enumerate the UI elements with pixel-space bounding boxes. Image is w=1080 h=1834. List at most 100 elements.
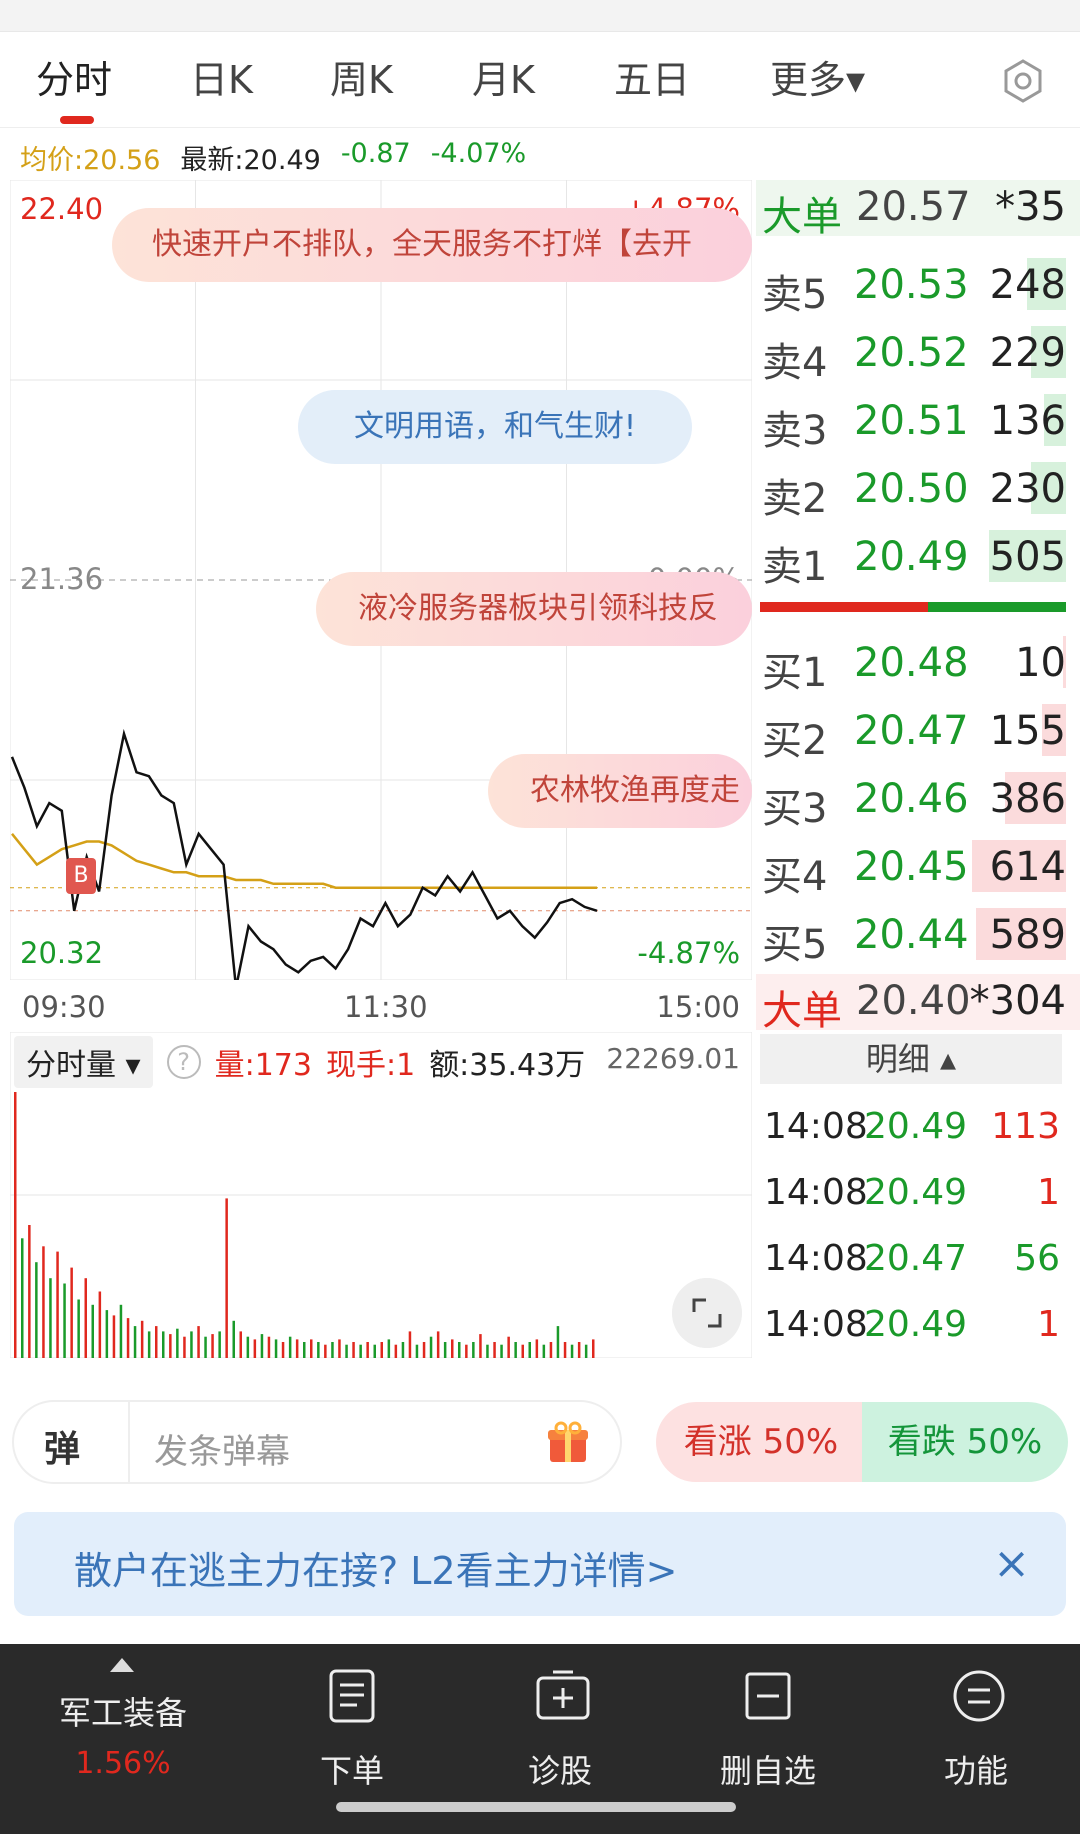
nav-functions-label: 功能	[943, 1752, 1008, 1790]
volume-bar	[394, 1344, 398, 1358]
level-label: 买5	[762, 922, 828, 968]
nav-diagnose-label: 诊股	[527, 1752, 592, 1790]
buy-marker[interactable]: B	[66, 858, 96, 894]
current-hand: 现手:1	[325, 1048, 416, 1083]
volume-bar	[535, 1339, 539, 1358]
settings-icon[interactable]	[1000, 58, 1046, 104]
volume-bar	[359, 1344, 362, 1358]
barrage-banner-civility[interactable]: 文明用语，和气生财!	[298, 390, 692, 464]
fullscreen-icon[interactable]	[672, 1278, 742, 1348]
remove-watchlist-icon	[745, 1672, 791, 1720]
level-price: 20.49	[854, 534, 969, 580]
bottom-nav: 军工装备 1.56% 下单 诊股 删自选 功能	[0, 1644, 1080, 1834]
barrage-banner-liquid-cooling[interactable]: 液冷服务器板块引领科技反	[316, 572, 752, 646]
big-order-top[interactable]: 大单 20.57 *35	[756, 180, 1080, 240]
promo-text[interactable]: 散户在逃主力在接? L2看主力详情>	[74, 1540, 677, 1595]
help-icon[interactable]: ?	[166, 1045, 201, 1079]
barrage-banner-open-account[interactable]: 快速开户不排队，全天服务不打烊【去开	[112, 208, 752, 282]
level-qty: 155	[989, 708, 1066, 754]
volume-bar	[451, 1339, 454, 1358]
volume-bar	[443, 1342, 447, 1358]
volume-bar	[190, 1331, 193, 1358]
tab-daily-k[interactable]: 日K	[190, 40, 253, 120]
ask-level-1[interactable]: 卖1 20.49 505	[756, 522, 1080, 590]
tab-five-day[interactable]: 五日	[614, 40, 690, 120]
ask-level-4[interactable]: 卖4 20.52 229	[756, 318, 1080, 386]
level-price: 20.50	[854, 466, 969, 512]
level-qty: 248	[989, 262, 1066, 308]
tab-weekly-k[interactable]: 周K	[330, 40, 393, 120]
big-order-top-qty: *35	[995, 184, 1066, 230]
sector-change: 1.56%	[75, 1746, 171, 1781]
dropdown-arrow-icon: ▾	[125, 1048, 141, 1083]
close-icon[interactable]: ×	[993, 1538, 1030, 1589]
big-order-top-label: 大单	[762, 194, 842, 240]
volume-bar	[246, 1336, 250, 1358]
ask-level-5[interactable]: 卖5 20.53 248	[756, 250, 1080, 318]
price-change: -0.87	[340, 138, 411, 169]
big-order-bottom-qty: *304	[969, 978, 1066, 1024]
volume-bar	[373, 1344, 376, 1358]
trade-volume: 113	[991, 1106, 1060, 1147]
level-label: 卖5	[762, 272, 828, 318]
volume-bar	[507, 1336, 510, 1358]
tab-monthly-k[interactable]: 月K	[472, 40, 535, 120]
volume-bar	[521, 1344, 524, 1358]
trade-volume: 56	[1014, 1238, 1060, 1279]
volume-bar	[147, 1331, 151, 1358]
level-label: 买3	[762, 786, 828, 832]
nav-remove-watchlist-label: 删自选	[719, 1752, 816, 1790]
level-price: 20.45	[854, 844, 969, 890]
volume-bar	[232, 1320, 235, 1358]
volume-bar	[42, 1246, 45, 1358]
level-price: 20.48	[854, 640, 969, 686]
home-indicator[interactable]	[336, 1802, 736, 1812]
volume-bar	[429, 1336, 433, 1358]
active-tab-indicator	[60, 116, 94, 124]
bid-level-3[interactable]: 买3 20.46 386	[756, 764, 1080, 832]
trade-detail-header[interactable]: 明细 ▴	[760, 1034, 1062, 1084]
volume-selector[interactable]: 分时量 ▾	[14, 1036, 153, 1088]
bid-levels: 买1 20.48 10 买2 20.47 155 买3 20.46 386 买4 20.45 614 买…	[756, 628, 1080, 968]
volume-bar	[493, 1342, 496, 1358]
big-order-bottom[interactable]: 大单 20.40 *304	[756, 974, 1080, 1034]
y-axis-top-label: 22.40	[20, 192, 104, 226]
order-icon	[329, 1669, 375, 1723]
bid-ask-ratio-bar	[760, 602, 1066, 612]
vote-bullish-button[interactable]: 看涨 50%	[656, 1402, 866, 1482]
ask-level-2[interactable]: 卖2 20.50 230	[756, 454, 1080, 522]
volume-bar	[479, 1334, 482, 1358]
barrage-input-placeholder[interactable]: 发条弹幕	[154, 1424, 290, 1473]
tab-intraday[interactable]: 分时	[36, 40, 112, 120]
y-axis-bottom-label: 20.32	[20, 936, 104, 970]
volume-bar	[105, 1310, 109, 1358]
volume-bar	[422, 1342, 426, 1358]
volume-bar	[542, 1344, 546, 1358]
volume-bar	[528, 1342, 531, 1358]
l2-promo-banner[interactable]: 散户在逃主力在接? L2看主力详情> ×	[14, 1512, 1066, 1616]
tab-more[interactable]: 更多▾	[770, 40, 865, 120]
volume-bar	[288, 1336, 292, 1358]
level-qty: 505	[989, 534, 1066, 580]
vote-bearish-button[interactable]: 看跌 50%	[862, 1402, 1068, 1482]
nav-functions[interactable]: 功能	[906, 1644, 1046, 1834]
barrage-banner-agriculture[interactable]: 农林牧渔再度走	[488, 754, 752, 828]
volume-bar	[35, 1262, 38, 1358]
gift-icon[interactable]	[546, 1420, 590, 1464]
trade-volume: 1	[1037, 1304, 1060, 1345]
bid-level-4[interactable]: 买4 20.45 614	[756, 832, 1080, 900]
volume-bar	[436, 1331, 440, 1358]
bid-level-2[interactable]: 买2 20.47 155	[756, 696, 1080, 764]
pct-bottom-label: -4.87%	[637, 936, 740, 970]
bid-level-1[interactable]: 买1 20.48 10	[756, 628, 1080, 696]
sector-indicator[interactable]: 军工装备 1.56%	[48, 1644, 198, 1834]
barrage-input-bar[interactable]: 弹 发条弹幕	[12, 1400, 622, 1484]
ask-level-3[interactable]: 卖3 20.51 136	[756, 386, 1080, 454]
volume-bar	[472, 1342, 475, 1358]
volume-bar	[465, 1344, 468, 1358]
level-price: 20.44	[854, 912, 969, 958]
volume-bar	[592, 1339, 595, 1358]
bid-level-5[interactable]: 买5 20.44 589	[756, 900, 1080, 968]
volume-bar	[211, 1334, 214, 1358]
volume-bar	[514, 1342, 517, 1358]
